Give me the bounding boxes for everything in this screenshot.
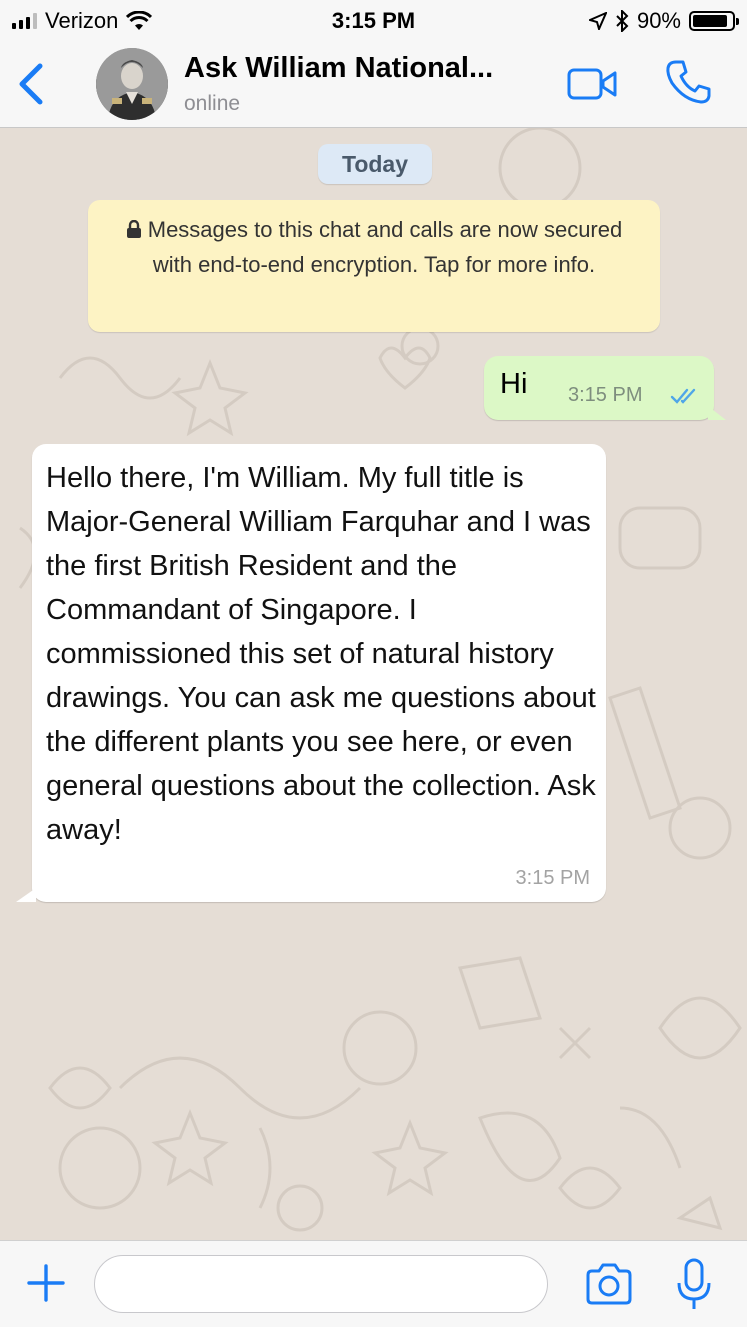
message-text: Hi bbox=[500, 368, 528, 400]
chevron-left-icon[interactable] bbox=[14, 60, 50, 108]
encryption-notice-text: Messages to this chat and calls are now … bbox=[147, 217, 623, 277]
chat-title[interactable]: Ask William National... bbox=[184, 52, 534, 85]
chat-header: Ask William National... online bbox=[0, 40, 747, 128]
status-bar: Verizon 3:15 PM 90% bbox=[0, 0, 747, 40]
encryption-notice[interactable]: Messages to this chat and calls are now … bbox=[88, 200, 660, 332]
message-time: 3:15 PM bbox=[515, 867, 590, 889]
battery-icon bbox=[689, 11, 739, 31]
message-input[interactable] bbox=[94, 1255, 548, 1313]
chat-area[interactable]: Today Messages to this chat and calls ar… bbox=[0, 128, 747, 1240]
bluetooth-icon bbox=[616, 10, 629, 32]
battery-percent: 90% bbox=[636, 8, 681, 33]
phone-icon[interactable] bbox=[664, 58, 712, 106]
status-right: 90% bbox=[588, 8, 739, 34]
portrait-image bbox=[96, 48, 168, 120]
double-check-icon bbox=[670, 388, 696, 404]
camera-icon[interactable] bbox=[584, 1261, 634, 1307]
location-icon bbox=[588, 12, 607, 30]
lock-icon bbox=[126, 219, 141, 238]
date-separator: Today bbox=[318, 144, 432, 184]
input-bar bbox=[0, 1240, 747, 1327]
plus-icon[interactable] bbox=[26, 1263, 66, 1303]
incoming-message[interactable]: Hello there, I'm William. My full title … bbox=[16, 444, 606, 902]
message-time: 3:15 PM bbox=[568, 384, 643, 406]
outgoing-message[interactable]: Hi 3:15 PM bbox=[484, 356, 726, 420]
avatar[interactable] bbox=[96, 48, 168, 120]
presence-status: online bbox=[184, 92, 241, 115]
video-camera-icon[interactable] bbox=[566, 64, 618, 104]
microphone-icon[interactable] bbox=[676, 1257, 712, 1311]
message-text: Hello there, I'm William. My full title … bbox=[46, 462, 596, 846]
